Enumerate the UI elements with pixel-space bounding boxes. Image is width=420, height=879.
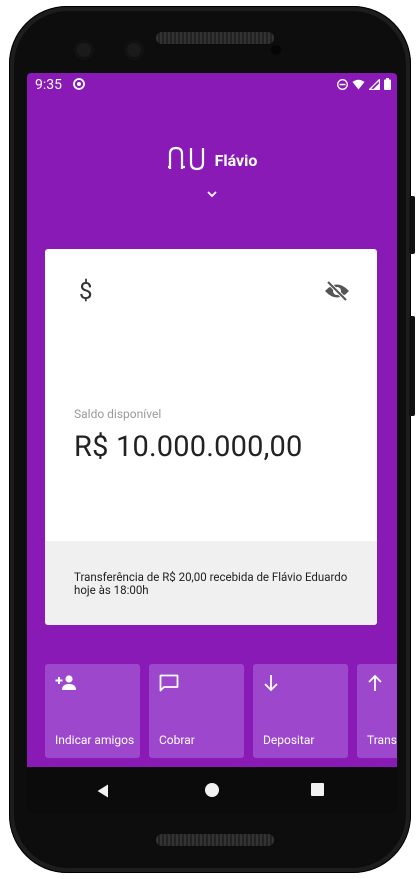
last-activity-text: Transferência de R$ 20,00 recebida de Fl… — [74, 570, 348, 597]
status-bar: 9:35 — [27, 73, 397, 97]
action-label: Cobrar — [159, 733, 195, 747]
last-activity[interactable]: Transferência de R$ 20,00 recebida de Fl… — [45, 541, 377, 625]
user-name: Flávio — [214, 150, 258, 170]
eye-off-icon[interactable] — [324, 280, 350, 306]
arrow-down-icon — [263, 674, 279, 696]
action-cobrar[interactable]: Cobrar — [149, 664, 244, 758]
actions-carousel[interactable]: Indicar amigos Cobrar Depositar Transfer… — [45, 664, 397, 758]
account-header[interactable]: Flávio — [27, 145, 397, 175]
chat-icon — [159, 674, 179, 696]
dollar-icon: $ — [79, 277, 93, 305]
action-label: Depositar — [263, 733, 315, 747]
battery-icon — [384, 78, 391, 94]
status-time: 9:35 — [35, 77, 62, 93]
balance-label: Saldo disponível — [74, 407, 162, 421]
recents-icon[interactable] — [311, 783, 324, 796]
action-transferir[interactable]: Transferir — [357, 664, 397, 758]
power-button — [409, 196, 415, 254]
top-speaker — [156, 32, 274, 44]
action-depositar[interactable]: Depositar — [253, 664, 348, 758]
balance-amount: R$ 10.000.000,00 — [74, 430, 303, 464]
action-label: Transferir — [367, 733, 397, 747]
arrow-up-icon — [367, 674, 383, 696]
front-sensor — [124, 40, 144, 60]
back-icon[interactable] — [97, 783, 109, 802]
signal-icon — [367, 77, 381, 94]
add-person-icon — [55, 674, 77, 694]
home-icon[interactable] — [205, 783, 219, 797]
action-indicar-amigos[interactable]: Indicar amigos — [45, 664, 140, 758]
wifi-icon — [352, 78, 365, 94]
nu-logo — [167, 145, 207, 175]
bottom-speaker — [156, 834, 274, 846]
action-label: Indicar amigos — [55, 733, 135, 747]
status-icons — [337, 77, 391, 94]
system-nav-bar — [27, 767, 397, 813]
proximity-sensor — [271, 45, 281, 55]
chevron-down-icon[interactable] — [206, 183, 218, 202]
balance-card[interactable]: $ Saldo disponível R$ 10.000.000,00 Tran… — [45, 249, 377, 625]
volume-button — [409, 316, 415, 416]
front-camera — [74, 40, 94, 60]
at-icon — [73, 78, 85, 90]
do-not-disturb-icon — [337, 78, 348, 94]
app-screen: 9:35 Flávio $ Saldo disponível R$ 10.000… — [27, 73, 397, 813]
